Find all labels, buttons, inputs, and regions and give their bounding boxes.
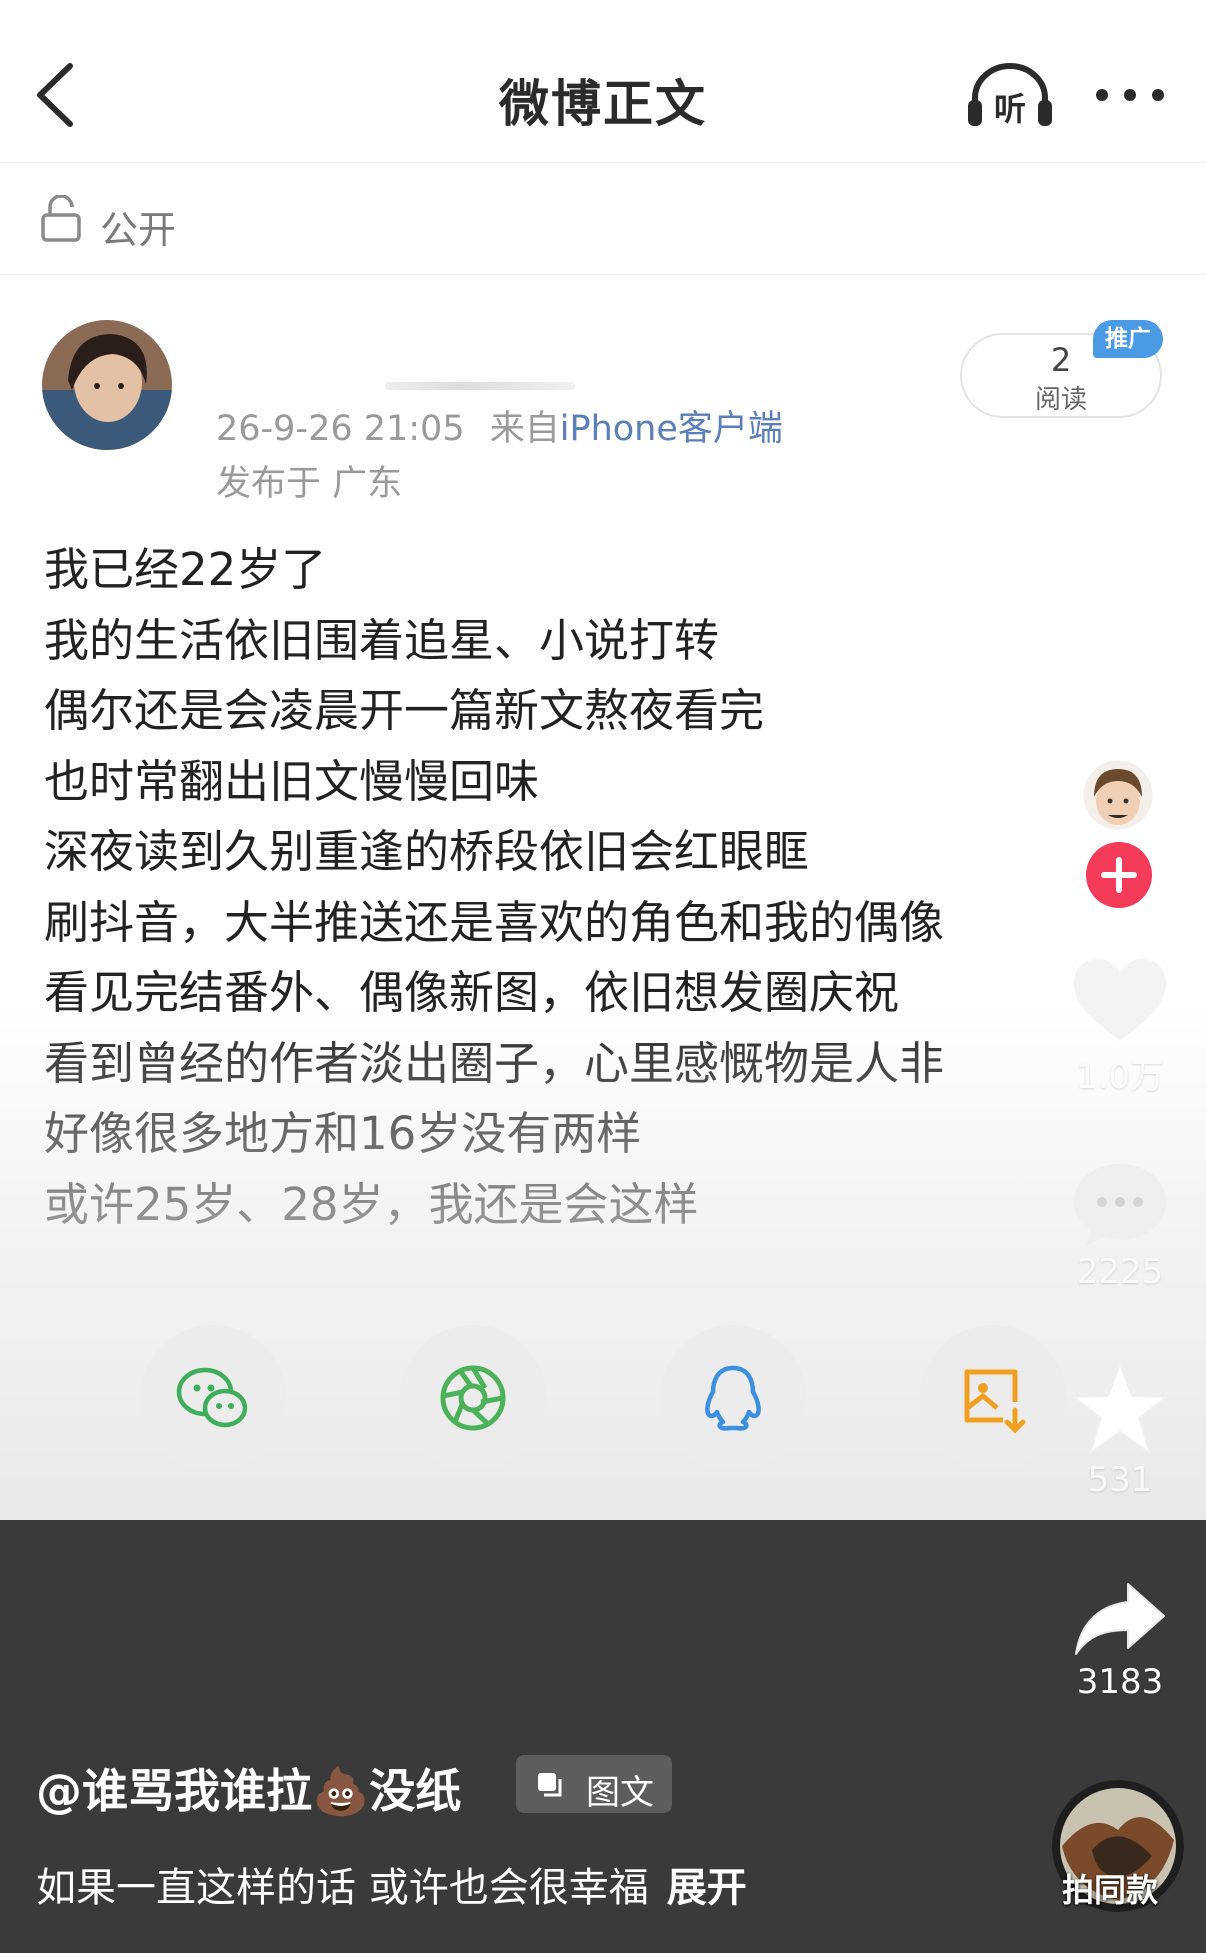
unlock-icon bbox=[40, 194, 82, 243]
post-line: 我的生活依旧围着追星、小说打转 bbox=[44, 613, 720, 667]
video-caption: 如果一直这样的话 或许也会很幸福 展开 bbox=[36, 1855, 747, 1913]
post-source[interactable]: iPhone客户端 bbox=[560, 409, 783, 449]
qq-icon bbox=[705, 1365, 761, 1431]
share-count: 3183 bbox=[1076, 1662, 1164, 1702]
source-prefix: 来自 bbox=[489, 409, 560, 449]
content-type-label: 图文 bbox=[586, 1773, 654, 1813]
share-wechat-button[interactable] bbox=[140, 1325, 286, 1471]
visibility-label: 公开 bbox=[100, 208, 177, 252]
post-line: 深夜读到久别重逢的桥段依旧会红眼眶 bbox=[44, 825, 810, 878]
share-moments-button[interactable] bbox=[400, 1325, 546, 1471]
star-icon bbox=[1073, 1363, 1167, 1453]
post-location: 发布于 广东 bbox=[216, 464, 403, 504]
post-line: 刷抖音，大半推送还是喜欢的角色和我的偶像 bbox=[44, 895, 945, 949]
wechat-icon bbox=[176, 1367, 248, 1428]
creator-username[interactable]: @谁骂我谁拉💩没纸 bbox=[36, 1755, 461, 1821]
favorite-action[interactable]: 531 bbox=[1060, 1360, 1180, 1500]
post-line: 我已经22岁了 bbox=[44, 543, 327, 596]
save-image-button[interactable] bbox=[920, 1325, 1066, 1471]
post-line: 偶尔还是会凌晨开一篇新文熬夜看完 bbox=[44, 684, 765, 737]
promo-tag[interactable]: 推广 bbox=[1093, 320, 1163, 358]
music-label[interactable]: 拍同款 bbox=[1062, 1865, 1158, 1911]
post-time: 26-9-26 21:05 bbox=[216, 409, 465, 449]
share-action[interactable]: 3183 bbox=[1060, 1578, 1180, 1702]
heart-icon bbox=[1074, 959, 1166, 1041]
gallery-icon bbox=[538, 1773, 562, 1797]
post-line: 也时常翻出旧文慢慢回味 bbox=[44, 754, 540, 808]
share-arrow-icon bbox=[1075, 1583, 1165, 1655]
share-qq-button[interactable] bbox=[660, 1325, 806, 1471]
comment-action[interactable]: 2225 bbox=[1060, 1158, 1180, 1292]
favorite-count: 531 bbox=[1087, 1460, 1153, 1500]
caption-text: 如果一直这样的话 或许也会很幸福 bbox=[36, 1865, 649, 1911]
follow-button[interactable] bbox=[1086, 842, 1152, 908]
post-line: 看见完结番外、偶像新图，依旧想发圈庆祝 bbox=[44, 966, 900, 1019]
save-image-icon bbox=[964, 1369, 1026, 1434]
visibility-row: 公开 bbox=[0, 163, 1206, 275]
more-options-button[interactable] bbox=[1090, 70, 1170, 120]
post-line: 好像很多地方和16岁没有两样 bbox=[44, 1107, 642, 1160]
comment-bubble-icon bbox=[1074, 1164, 1166, 1246]
like-count: 1.0万 bbox=[1075, 1057, 1165, 1097]
listen-label: 听 bbox=[994, 90, 1026, 128]
listen-button[interactable]: 听 bbox=[965, 60, 1055, 130]
read-label: 阅读 bbox=[1034, 385, 1087, 415]
like-action[interactable]: 1.0万 bbox=[1060, 955, 1180, 1098]
author-avatar[interactable] bbox=[42, 320, 172, 450]
moments-icon bbox=[440, 1365, 506, 1431]
content-type-tag[interactable]: 图文 bbox=[516, 1755, 672, 1813]
expand-link[interactable]: 展开 bbox=[667, 1865, 747, 1911]
post-line: 看到曾经的作者淡出圈子，心里感慨物是人非 bbox=[44, 1036, 945, 1090]
headphones-icon: 听 bbox=[968, 63, 1052, 128]
comment-count: 2225 bbox=[1076, 1252, 1164, 1292]
post-line: 或许25岁、28岁，我还是会这样 bbox=[44, 1177, 699, 1231]
author-name-blurred[interactable] bbox=[385, 382, 575, 390]
post-meta: 26-9-26 21:05 来自iPhone客户端 bbox=[216, 400, 783, 451]
more-dots-icon bbox=[1096, 89, 1164, 101]
creator-avatar[interactable] bbox=[1080, 755, 1156, 845]
top-bar: 微博正文 听 bbox=[0, 0, 1206, 163]
plus-icon bbox=[1101, 857, 1137, 893]
post-body: 我已经22岁了 我的生活依旧围着追星、小说打转 偶尔还是会凌晨开一篇新文熬夜看完… bbox=[44, 535, 1044, 1240]
